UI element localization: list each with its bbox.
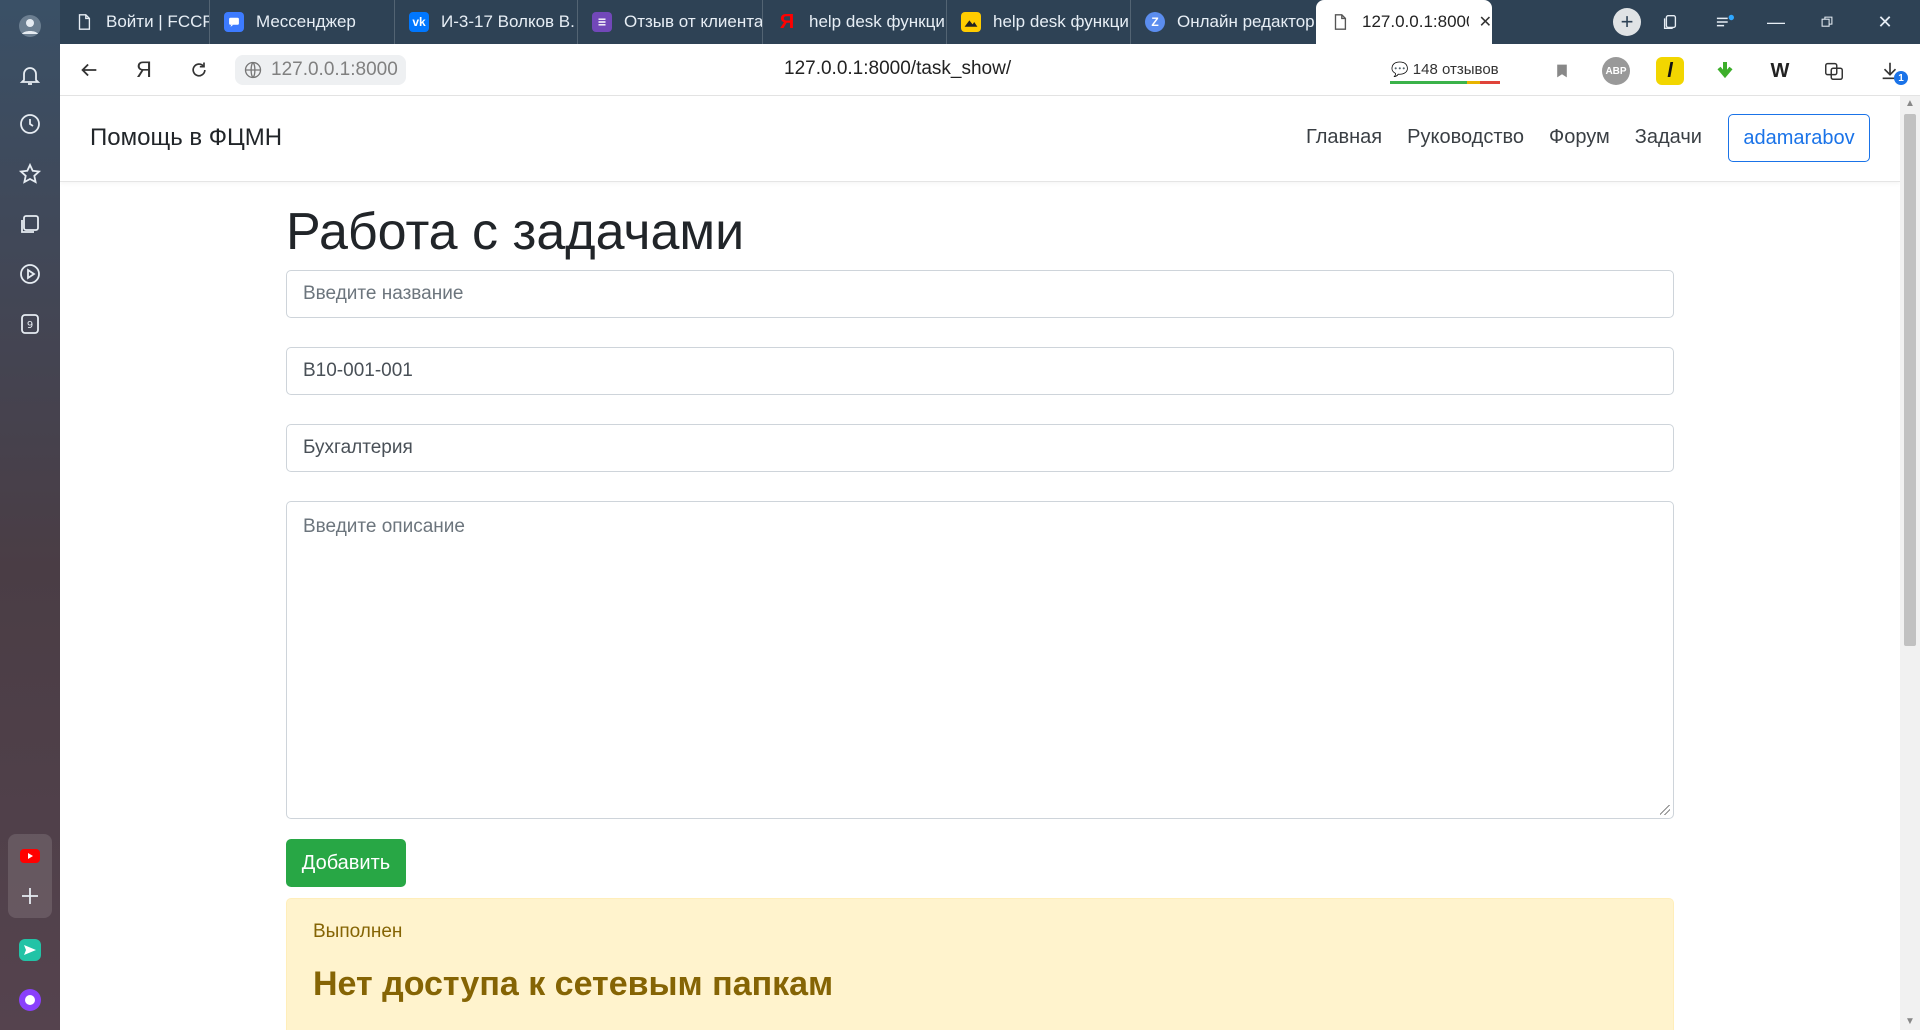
scroll-down-icon[interactable]: ▼ <box>1904 1016 1916 1028</box>
description-textarea[interactable]: Введите описание <box>286 501 1674 819</box>
window-close-icon[interactable]: ✕ <box>1870 8 1900 36</box>
messenger-app-icon[interactable] <box>14 934 46 966</box>
page-viewport: Помощь в ФЦМН Главная Руководство Форум … <box>60 96 1900 1030</box>
close-icon[interactable]: ✕ <box>1479 12 1492 32</box>
new-tab-button[interactable]: + <box>1613 8 1641 36</box>
editor-icon: Z <box>1145 12 1165 32</box>
code-input[interactable]: B10-001-001 <box>286 347 1674 395</box>
tab-strip: Войти | FCCP HEL Мессенджер vk И-3-17 Во… <box>60 0 1920 44</box>
forms-icon <box>592 12 612 32</box>
address-toolbar: Я 127.0.0.1:8000 127.0.0.1:8000/task_sho… <box>60 44 1920 96</box>
download-helper-icon[interactable] <box>1711 57 1739 85</box>
add-button[interactable]: Добавить <box>286 839 406 887</box>
back-icon[interactable] <box>75 56 103 84</box>
tab-7[interactable]: Z Онлайн редактор <box>1131 0 1316 44</box>
wikipedia-icon[interactable]: W <box>1766 57 1794 85</box>
scroll-thumb[interactable] <box>1904 114 1916 646</box>
alice-icon[interactable] <box>14 984 46 1016</box>
nav-guide[interactable]: Руководство <box>1407 126 1524 149</box>
tab-manager-icon[interactable] <box>1655 8 1685 36</box>
department-input[interactable]: Бухгалтерия <box>286 424 1674 472</box>
address-bar[interactable]: 127.0.0.1:8000/task_show/ <box>784 58 1011 80</box>
resize-handle-icon[interactable] <box>1660 805 1670 815</box>
tab-6[interactable]: help desk функци <box>947 0 1131 44</box>
add-app-icon[interactable] <box>14 880 46 912</box>
menu-icon[interactable] <box>1710 8 1740 36</box>
doc-icon <box>74 12 94 32</box>
tab-5[interactable]: Я help desk функци <box>763 0 947 44</box>
task-status: Выполнен <box>313 921 403 942</box>
video-icon[interactable] <box>14 258 46 290</box>
lingualeo-icon[interactable]: l <box>1656 57 1684 85</box>
profile-icon[interactable] <box>14 10 46 42</box>
title-input[interactable]: Введите название <box>286 270 1674 318</box>
task-form: Работа с задачами Введите название B10-0… <box>286 203 1674 1030</box>
nav-home[interactable]: Главная <box>1306 126 1382 149</box>
nav-forum[interactable]: Форум <box>1549 126 1610 149</box>
site-navbar: Помощь в ФЦМН Главная Руководство Форум … <box>60 96 1900 182</box>
yandex-home-icon[interactable]: Я <box>130 56 158 84</box>
comment-icon: 💬 <box>1391 60 1409 77</box>
reload-icon[interactable] <box>185 56 213 84</box>
downloads-icon[interactable]: 1 <box>1876 57 1908 85</box>
restore-icon[interactable] <box>1812 8 1842 36</box>
doc-icon <box>1330 12 1350 32</box>
nav-links: Главная Руководство Форум Задачи <box>1306 126 1702 149</box>
collections-icon[interactable] <box>14 208 46 240</box>
description-placeholder: Введите описание <box>303 516 465 537</box>
youtube-icon[interactable] <box>14 840 46 872</box>
yandex-icon: Я <box>779 10 795 33</box>
reviews-badge[interactable]: 💬 148 отзывов <box>1385 54 1505 84</box>
counter-icon[interactable]: 9 <box>14 308 46 340</box>
star-icon[interactable] <box>14 158 46 190</box>
scroll-up-icon[interactable]: ▲ <box>1904 98 1916 110</box>
translate-icon[interactable] <box>1820 57 1848 85</box>
svg-text:9: 9 <box>27 320 33 331</box>
page-scrollbar[interactable]: ▲ ▼ <box>1900 96 1920 1030</box>
page-title: Работа с задачами <box>286 203 745 261</box>
browser-sidebar: 9 <box>0 0 60 1030</box>
tab-2[interactable]: Мессенджер <box>210 0 395 44</box>
url-chip[interactable]: 127.0.0.1:8000 <box>235 55 406 85</box>
history-icon[interactable] <box>14 108 46 140</box>
tab-4[interactable]: Отзыв от клиента <box>578 0 763 44</box>
globe-icon <box>244 61 262 79</box>
messenger-icon <box>224 12 244 32</box>
tab-1[interactable]: Войти | FCCP HEL <box>60 0 210 44</box>
bell-icon[interactable] <box>14 59 46 91</box>
bookmark-icon[interactable] <box>1548 57 1576 85</box>
user-button[interactable]: adamarabov <box>1728 114 1870 162</box>
vk-icon: vk <box>409 12 429 32</box>
images-icon <box>961 12 981 32</box>
downloads-badge: 1 <box>1894 71 1908 85</box>
adblock-icon[interactable]: ABP <box>1602 57 1630 85</box>
tab-active[interactable]: 127.0.0.1:8000/ ✕ <box>1316 0 1492 44</box>
nav-tasks[interactable]: Задачи <box>1635 126 1702 149</box>
task-card[interactable]: Выполнен Нет доступа к сетевым папкам <box>286 898 1674 1030</box>
site-brand[interactable]: Помощь в ФЦМН <box>90 124 282 152</box>
minimize-icon[interactable]: — <box>1761 8 1791 36</box>
task-title: Нет доступа к сетевым папкам <box>313 965 834 1003</box>
tab-3[interactable]: vk И-3-17 Волков В. <box>395 0 578 44</box>
rating-bar <box>1390 81 1500 84</box>
